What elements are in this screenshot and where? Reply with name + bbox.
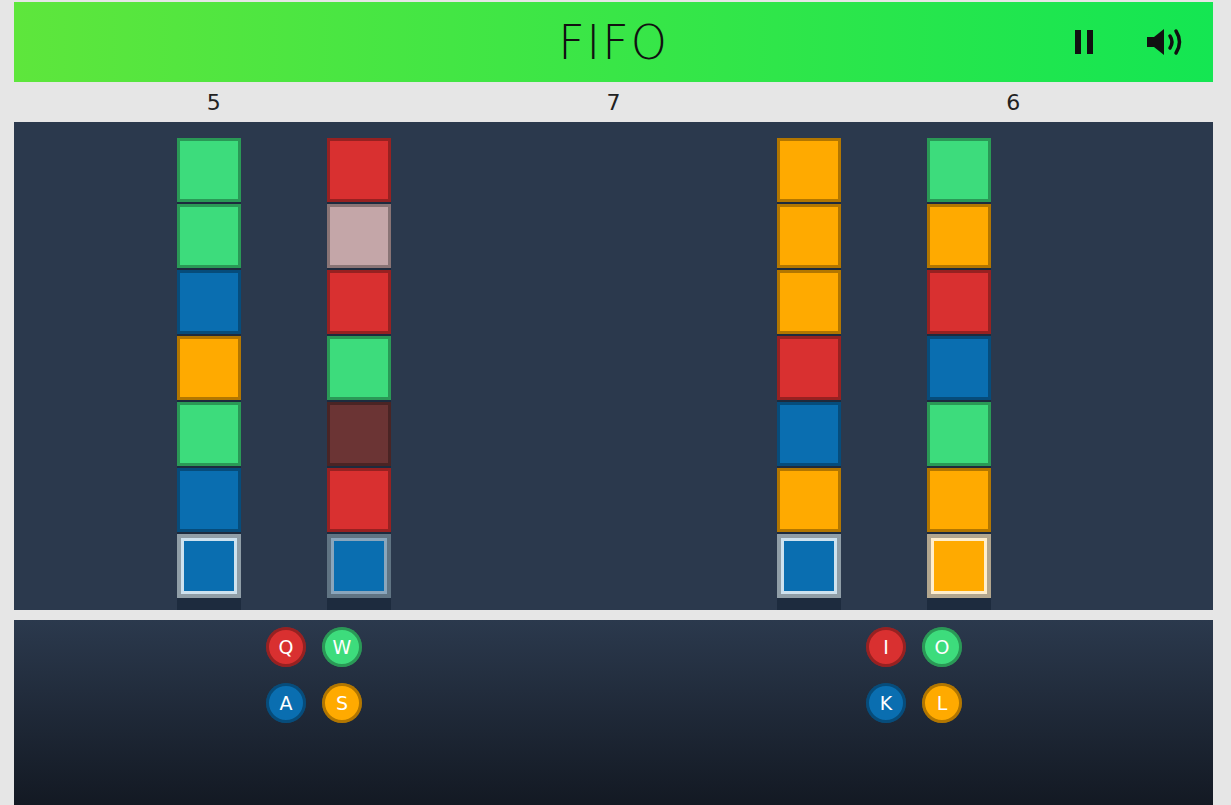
- queue-block: [177, 204, 241, 268]
- queue-block: [327, 534, 391, 598]
- queue-block: [777, 468, 841, 532]
- queue-block: [177, 138, 241, 202]
- queue-block: [927, 468, 991, 532]
- queue-column: [777, 138, 841, 610]
- key-group: IOKL: [866, 627, 962, 805]
- player-area: [177, 138, 391, 610]
- queue-block: [327, 468, 391, 532]
- queue-column: [927, 138, 991, 610]
- queue-column: [177, 138, 241, 610]
- queue-block: [327, 336, 391, 400]
- game-page: FIFO 576 QWAS IOKL: [14, 2, 1213, 805]
- controls-panel: QWAS IOKL: [14, 620, 1213, 805]
- key-button[interactable]: K: [866, 683, 906, 723]
- queue-block: [777, 336, 841, 400]
- player-area: [777, 138, 991, 610]
- key-button[interactable]: Q: [266, 627, 306, 667]
- queue-block: [327, 402, 391, 466]
- queue-block: [927, 336, 991, 400]
- key-group: QWAS: [266, 627, 362, 805]
- queue-block: [777, 204, 841, 268]
- key-button[interactable]: I: [866, 627, 906, 667]
- queue-block: [327, 204, 391, 268]
- key-button[interactable]: A: [266, 683, 306, 723]
- queue-block: [777, 138, 841, 202]
- game-board: [14, 122, 1213, 610]
- key-button[interactable]: L: [922, 683, 962, 723]
- score-label: 5: [14, 90, 414, 115]
- queue-block: [927, 138, 991, 202]
- queue-block: [177, 468, 241, 532]
- pause-icon[interactable]: [1073, 28, 1095, 56]
- score-row: 576: [14, 82, 1213, 122]
- score-label: 7: [414, 90, 814, 115]
- queue-block: [327, 138, 391, 202]
- queue-block: [777, 402, 841, 466]
- queue-block: [777, 534, 841, 598]
- queue-block: [927, 402, 991, 466]
- queue-block: [177, 534, 241, 598]
- queue-block: [777, 270, 841, 334]
- score-label: 6: [813, 90, 1213, 115]
- separator: [14, 610, 1213, 620]
- queue-block: [177, 270, 241, 334]
- key-button[interactable]: O: [922, 627, 962, 667]
- queue-block: [177, 336, 241, 400]
- queue-block: [177, 402, 241, 466]
- queue-block: [927, 204, 991, 268]
- queue-block: [927, 534, 991, 598]
- queue-block: [927, 270, 991, 334]
- queue-column: [327, 138, 391, 610]
- game-title: FIFO: [558, 14, 669, 71]
- key-button[interactable]: W: [322, 627, 362, 667]
- header-bar: FIFO: [14, 2, 1213, 82]
- speaker-icon[interactable]: [1145, 25, 1187, 59]
- key-button[interactable]: S: [322, 683, 362, 723]
- queue-block: [327, 270, 391, 334]
